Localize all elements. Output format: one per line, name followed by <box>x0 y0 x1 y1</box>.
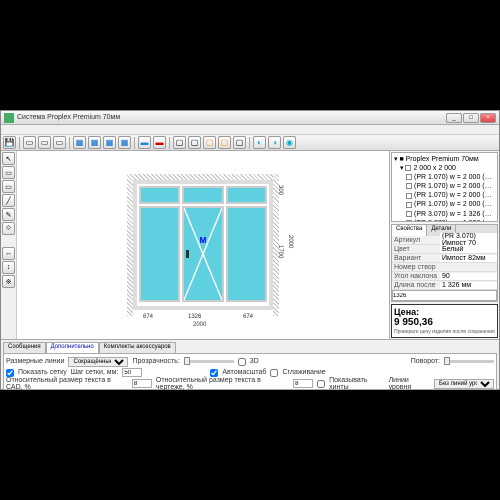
dim-icon[interactable]: ↔ <box>2 247 15 260</box>
dimension: 1700 <box>277 245 283 258</box>
tab-accessories[interactable]: Комплекты аксессуаров <box>99 342 176 353</box>
rotate-label: Поворот: <box>411 358 440 365</box>
tab-additional[interactable]: Дополнительно <box>46 342 99 353</box>
tool-icon[interactable]: ▢ <box>188 136 201 149</box>
app-icon <box>4 113 14 123</box>
tool-icon[interactable]: ◉ <box>283 136 296 149</box>
titlebar: Система Proplex Premium 70мм _ □ × <box>1 111 499 125</box>
pane <box>226 186 267 204</box>
active-pane: М <box>182 206 223 302</box>
cb-hints[interactable] <box>317 380 325 388</box>
right-panel: ▾ ■ Proplex Premium 70мм ▾ 2 000 x 2 000… <box>389 151 499 339</box>
dimension: 2000 <box>193 322 206 328</box>
tool-icon[interactable]: ▭ <box>23 136 36 149</box>
price-label: Цена: <box>394 307 495 317</box>
app-window: Система Proplex Premium 70мм _ □ × 💾 ▭ ▭… <box>0 110 500 390</box>
tool-icon[interactable]: ▦ <box>118 136 131 149</box>
tool-icon[interactable]: ⟐ <box>2 222 15 235</box>
main-toolbar: 💾 ▭ ▭ ▭ ▦ ▦ ▦ ▦ ▬ ▬ ▢ ▢ ▢ ▢ ▢ ◐ ◑ ◉ <box>1 135 499 151</box>
handle-icon <box>186 250 189 258</box>
dim-lines-select[interactable]: Сокращённые <box>68 357 128 367</box>
transparency-slider[interactable] <box>184 360 234 363</box>
tab-messages[interactable]: Сообщения <box>3 342 46 353</box>
left-toolbar: ↖ ▭ ▭ ╱ ✎ ⟐ ↔ ↕ ※ <box>1 151 17 339</box>
window-frame: М <box>133 180 273 310</box>
tool-icon[interactable]: ▦ <box>73 136 86 149</box>
window-title: Система Proplex Premium 70мм <box>17 114 446 121</box>
tool-icon[interactable]: ▢ <box>203 136 216 149</box>
dim-icon[interactable]: ↕ <box>2 261 15 274</box>
rotate-slider[interactable] <box>444 360 494 363</box>
price-note: Проверьте цену изделия после сохранения <box>394 329 495 335</box>
cb-smooth[interactable] <box>270 369 278 377</box>
pane <box>226 206 267 302</box>
cb-autoscale[interactable] <box>210 369 218 377</box>
dimension: 2000 <box>287 235 293 248</box>
dim-lines-label: Размерные линии <box>6 358 64 365</box>
rel-cad-input[interactable] <box>132 379 152 388</box>
rel-draw-input[interactable] <box>293 379 313 388</box>
save-icon[interactable]: 💾 <box>3 136 16 149</box>
pane <box>139 206 180 302</box>
tool-icon[interactable]: ▬ <box>138 136 151 149</box>
sash-label: М <box>200 236 207 245</box>
tool-icon[interactable]: ▦ <box>103 136 116 149</box>
dimension: 674 <box>243 314 253 320</box>
rect-icon[interactable]: ▭ <box>2 180 15 193</box>
structure-tree[interactable]: ▾ ■ Proplex Premium 70мм ▾ 2 000 x 2 000… <box>391 152 498 222</box>
tool-icon[interactable]: ▬ <box>153 136 166 149</box>
cb-3d[interactable] <box>238 358 246 366</box>
properties-panel: Свойства Детали Артикул(PR 3.070) Импост… <box>391 224 498 302</box>
bottom-panel: Сообщения Дополнительно Комплекты аксесс… <box>1 339 499 389</box>
cb-grid[interactable] <box>6 369 14 377</box>
minimize-button[interactable]: _ <box>446 113 462 123</box>
tool-icon[interactable]: ▢ <box>233 136 246 149</box>
close-button[interactable]: × <box>480 113 496 123</box>
dimension: 1326 <box>188 314 201 320</box>
tool-icon[interactable]: ※ <box>2 275 15 288</box>
price-value: 9 950,36 <box>394 317 495 328</box>
tab-properties[interactable]: Свойства <box>392 225 427 236</box>
tool-icon[interactable]: ◐ <box>253 136 266 149</box>
tool-icon[interactable]: ▦ <box>88 136 101 149</box>
pane <box>182 186 223 204</box>
tool-icon[interactable]: ▭ <box>53 136 66 149</box>
rect-icon[interactable]: ▭ <box>2 166 15 179</box>
dimension: 674 <box>143 314 153 320</box>
drawing-canvas[interactable]: М 674 1326 674 2000 1700 300 2000 <box>17 151 389 339</box>
property-input[interactable] <box>392 290 497 301</box>
menubar <box>1 125 499 135</box>
transparency-label: Прозрачность: <box>132 358 179 365</box>
maximize-button[interactable]: □ <box>463 113 479 123</box>
price-box: Цена: 9 950,36 Проверьте цену изделия по… <box>391 304 498 338</box>
dimension: 300 <box>277 185 283 195</box>
line-icon[interactable]: ╱ <box>2 194 15 207</box>
cursor-icon[interactable]: ↖ <box>2 152 15 165</box>
line-level-select[interactable]: Без линий уровня <box>434 379 494 389</box>
pane <box>139 186 180 204</box>
tool-icon[interactable]: ▢ <box>173 136 186 149</box>
pen-icon[interactable]: ✎ <box>2 208 15 221</box>
tool-icon[interactable]: ▭ <box>38 136 51 149</box>
tool-icon[interactable]: ▢ <box>218 136 231 149</box>
tool-icon[interactable]: ◑ <box>268 136 281 149</box>
